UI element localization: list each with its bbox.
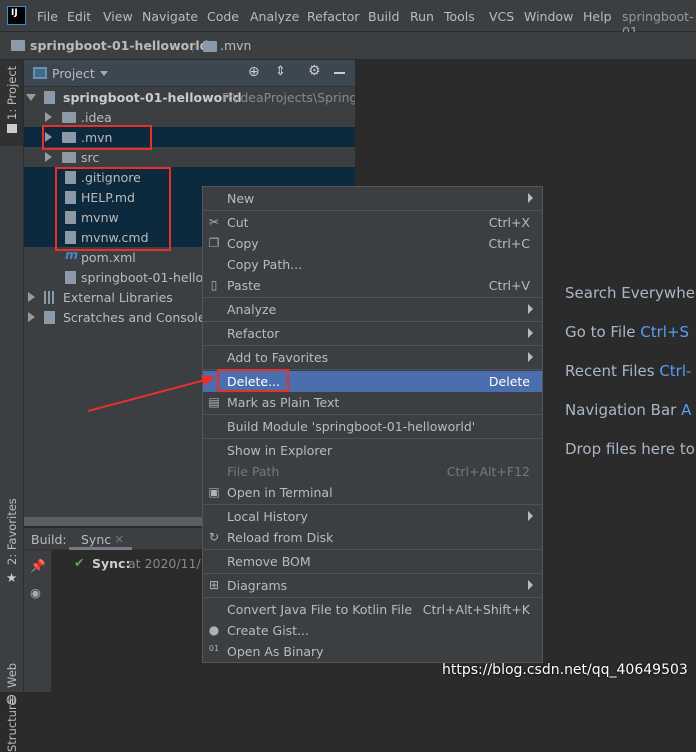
watermark: https://blog.csdn.net/qq_40649503 [442,662,688,678]
annotation-arrow [0,0,696,692]
structure-tool-tab[interactable]: Structure [5,699,19,752]
